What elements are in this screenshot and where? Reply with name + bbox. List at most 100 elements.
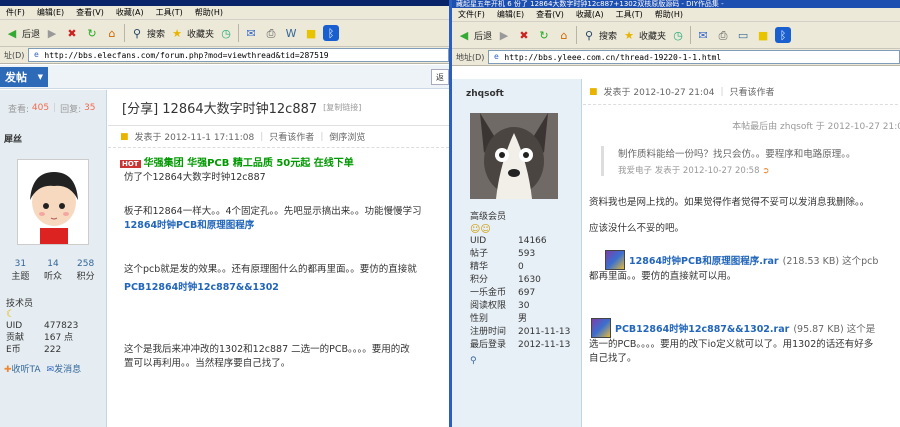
edit-icon[interactable]: W xyxy=(283,25,299,41)
favorites-button[interactable]: ★ 收藏夹 xyxy=(169,25,214,41)
notes-icon[interactable]: ■ xyxy=(755,27,771,43)
print-icon[interactable]: ⎙ xyxy=(263,25,279,41)
bluetooth-icon[interactable]: ᛒ xyxy=(775,27,792,43)
left-browser-window: 件(F) 编辑(E) 查看(V) 收藏(A) 工具(T) 帮助(H) ◀ 后退 ▶… xyxy=(0,0,449,427)
cartoon-avatar-icon xyxy=(18,160,88,244)
menu-view[interactable]: 查看(V) xyxy=(536,9,564,20)
back-arrow-icon: ◀ xyxy=(459,28,469,42)
message-link[interactable]: ✉发消息 xyxy=(47,362,82,375)
refresh-icon[interactable]: ↻ xyxy=(84,25,100,41)
author-links: ✚收听TA ✉发消息 xyxy=(0,356,106,375)
home-icon[interactable]: ⌂ xyxy=(104,25,120,41)
favorites-button[interactable]: ★ 收藏夹 xyxy=(621,27,666,43)
copy-link[interactable]: [复制链接] xyxy=(323,102,361,113)
refresh-icon[interactable]: ↻ xyxy=(536,27,552,43)
count-listeners[interactable]: 14 听众 xyxy=(44,259,62,282)
author-name[interactable]: 犀丝 xyxy=(0,126,106,145)
attachment-link[interactable]: PCB12864时钟12c887&&1302.rar xyxy=(615,321,789,335)
forward-button[interactable]: ▶ xyxy=(496,27,512,43)
author-only-link[interactable]: 只看该作者 xyxy=(730,85,775,98)
message-icon: ✉ xyxy=(46,365,55,375)
hot-badge: HOT xyxy=(120,160,141,168)
author-sidebar: 查看: 405 | 回复: 35 犀丝 31 主题 14 听众 258 积分 技术员 ☾ … xyxy=(0,90,107,427)
history-icon[interactable]: ◷ xyxy=(670,27,686,43)
attachment-link[interactable]: 12864时钟PCB和原理图程序 xyxy=(108,219,449,233)
notes-icon[interactable]: ■ xyxy=(303,25,319,41)
profile-row: 贡献 167 点 xyxy=(6,333,74,343)
menu-file[interactable]: 件(F) xyxy=(6,7,25,18)
attachment-link[interactable]: 12864时钟PCB和原理图程序.rar xyxy=(629,253,779,267)
attachment-link[interactable]: PCB12864时钟12c887&&1302 xyxy=(108,277,449,295)
post-meta: ■ 发表于 2012-11-1 17:11:08 | 只看该作者 | 倒序浏览 xyxy=(108,126,449,148)
avatar[interactable] xyxy=(17,159,89,245)
profile-row: 最后登录 2012-11-13 xyxy=(470,340,571,350)
ad-link[interactable]: HOT 华强集团 华强PCB 精工品质 50元起 在线下单 xyxy=(108,148,449,169)
menu-favorites[interactable]: 收藏(A) xyxy=(116,7,144,18)
page-title: [分享] 12864大数字时钟12c887 [复制链接] xyxy=(108,90,449,126)
author-counts: 31 主题 14 听众 258 积分 xyxy=(0,259,106,282)
stop-icon[interactable]: ✖ xyxy=(516,27,532,43)
print-icon[interactable]: ⎙ xyxy=(715,27,731,43)
bluetooth-icon[interactable]: ᛒ xyxy=(323,25,340,41)
mail-icon[interactable]: ✉ xyxy=(243,25,259,41)
post-content: [分享] 12864大数字时钟12c887 [复制链接] ■ 发表于 2012-… xyxy=(108,90,449,427)
search-button[interactable]: ⚲ 搜索 xyxy=(581,27,617,43)
search-icon: ⚲ xyxy=(584,28,594,42)
toolbar: ◀ 后退 ▶ ✖ ↻ ⌂ ⚲ 搜索 ★ 收藏夹 ◷ ✉ ⎙ W ■ ᛒ xyxy=(0,20,449,47)
rar-archive-icon xyxy=(591,318,611,338)
post-text: 都再里面。。要仿的直接就可以用。 xyxy=(589,271,737,282)
back-arrow-icon: ◀ xyxy=(7,26,17,40)
follow-link[interactable]: ✚收听TA xyxy=(4,362,41,375)
attachment-row: 12864时钟PCB和原理图程序.rar (218.53 KB) 这个pcb xyxy=(583,236,900,270)
back-button[interactable]: ◀ 后退 xyxy=(456,27,492,43)
menu-help[interactable]: 帮助(H) xyxy=(655,9,683,20)
post-text: 置可以再利用。。当然程序要自己找了。 xyxy=(124,358,291,369)
menu-tools[interactable]: 工具(T) xyxy=(156,7,183,18)
chevron-down-icon: ▼ xyxy=(37,73,43,81)
moon-icon: ☾ xyxy=(6,309,15,320)
author-sidebar: zhqsoft 高级会员 ☺☺ UID 14166 帖子 593 精华 0 积分 163… xyxy=(452,79,582,427)
toolbar: ◀ 后退 ▶ ✖ ↻ ⌂ ⚲ 搜索 ★ 收藏夹 ◷ ✉ ⎙ ▭ ■ ᛒ xyxy=(452,22,900,49)
count-points[interactable]: 258 积分 xyxy=(77,259,95,282)
author-only-link[interactable]: 只看该作者 xyxy=(269,130,314,143)
address-input[interactable]: e http://bbs.yleee.com.cn/thread-19220-1… xyxy=(488,50,900,64)
history-icon[interactable]: ◷ xyxy=(218,25,234,41)
menu-tools[interactable]: 工具(T) xyxy=(616,9,643,20)
thread-stats: 查看: 405 | 回复: 35 xyxy=(8,103,96,115)
reverse-order-link[interactable]: 倒序浏览 xyxy=(329,130,365,143)
star-icon: ★ xyxy=(172,26,182,40)
edit-icon[interactable]: ▭ xyxy=(735,27,751,43)
attachment-row: PCB12864时钟12c887&&1302.rar (95.87 KB) 这个… xyxy=(583,284,900,338)
stop-icon[interactable]: ✖ xyxy=(64,25,80,41)
author-role: 技术员 xyxy=(6,299,34,309)
count-threads[interactable]: 31 主题 xyxy=(11,259,29,282)
home-icon[interactable]: ⌂ xyxy=(556,27,572,43)
menu-help[interactable]: 帮助(H) xyxy=(195,7,223,18)
return-button[interactable]: 返 xyxy=(431,69,449,85)
post-time-icon: ■ xyxy=(120,131,129,142)
back-button[interactable]: ◀ 后退 xyxy=(4,25,40,41)
profile-row: E币 222 xyxy=(6,345,62,355)
profile-row: 注册时间 2011-11-13 xyxy=(470,327,571,337)
mail-icon[interactable]: ✉ xyxy=(695,27,711,43)
quote-text: 制作质料能给一份吗？找只会仿。。要程序和电路原理。。 xyxy=(618,149,856,160)
author-name[interactable]: zhqsoft xyxy=(452,79,581,99)
forward-arrow-icon: ▶ xyxy=(499,28,509,42)
post-text: 资料我也是网上找的。如果觉得作者觉得不妥可以发消息我删除。。 xyxy=(589,197,870,208)
avatar[interactable] xyxy=(470,113,558,199)
post-text: 应该没什么不妥的吧。 xyxy=(589,223,685,234)
forward-button[interactable]: ▶ xyxy=(44,25,60,41)
menu-view[interactable]: 查看(V) xyxy=(76,7,104,18)
search-button[interactable]: ⚲ 搜索 xyxy=(129,25,165,41)
menu-file[interactable]: 文件(F) xyxy=(458,9,485,20)
new-post-button[interactable]: 发帖 ▼ xyxy=(0,67,48,87)
post-text: 选一的PCB。。。。要用的改下io定义就可以了。用1302的话还有好多 xyxy=(589,339,874,350)
jump-icon[interactable]: ➲ xyxy=(762,166,769,176)
post-text: 板子和12864一样大。。4个固定孔。。先吧显示搞出来。。功能慢慢学习 xyxy=(124,206,422,217)
address-label: 址(D) xyxy=(4,50,25,60)
menu-favorites[interactable]: 收藏(A) xyxy=(576,9,604,20)
menu-edit[interactable]: 编辑(E) xyxy=(37,7,64,18)
address-url: http://bbs.yleee.com.cn/thread-19220-1-1… xyxy=(504,52,722,62)
address-input[interactable]: e http://bbs.elecfans.com/forum.php?mod=… xyxy=(28,48,449,62)
menu-edit[interactable]: 编辑(E) xyxy=(497,9,524,20)
